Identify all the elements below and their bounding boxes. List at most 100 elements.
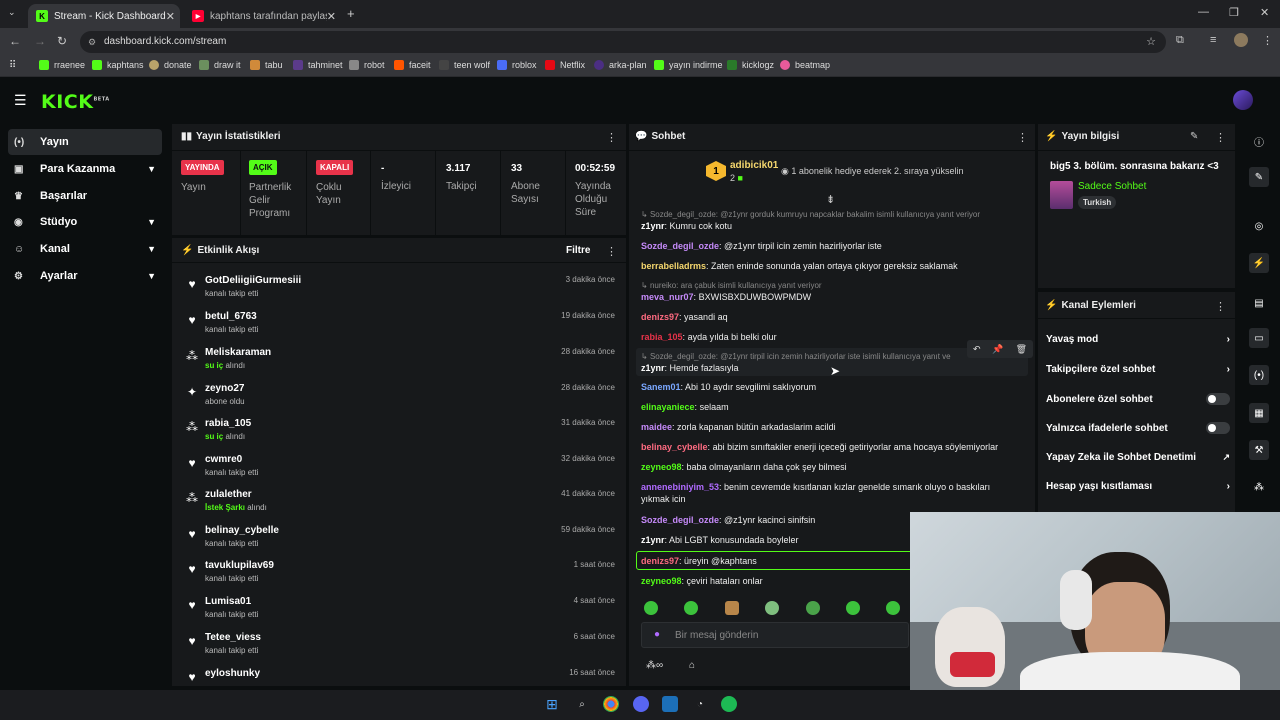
document-icon[interactable]: ▤ (1249, 293, 1269, 313)
hamburger-menu-icon[interactable]: ☰ (14, 92, 27, 109)
back-icon[interactable]: ← (9, 34, 21, 48)
tab-list-icon[interactable]: ⌄ (8, 7, 16, 18)
emote-only-toggle[interactable] (1206, 422, 1230, 434)
sidebar-item-para-kazanma[interactable]: ▣ Para Kazanma ▼ (8, 156, 162, 182)
action-slow-mode[interactable]: Yavaş mod › (1046, 334, 1230, 345)
chat-username[interactable]: zeyneo98 (641, 462, 682, 472)
layout-icon[interactable]: ▦ (1249, 403, 1269, 423)
chrome-icon[interactable] (603, 696, 619, 712)
user-avatar[interactable] (1233, 90, 1253, 110)
browser-tab[interactable]: ▶ kaphtans tarafından paylaşılan ✕ (184, 4, 344, 28)
bookmark-item[interactable]: draw it (199, 60, 241, 70)
bookmark-item[interactable]: donate (149, 60, 192, 70)
chat-username[interactable]: rabia_105 (641, 332, 683, 342)
chat-username[interactable]: denizs97 (641, 312, 679, 322)
category-name[interactable]: Sadece Sohbet (1078, 181, 1146, 192)
minimize-icon[interactable]: — (1198, 6, 1209, 18)
action-followers-only[interactable]: Takipçilere özel sohbet › (1046, 364, 1230, 375)
chat-username[interactable]: Sozde_degil_ozde (641, 241, 719, 251)
points-icon[interactable]: ⁂ (1249, 477, 1269, 497)
profile-avatar[interactable] (1234, 33, 1248, 47)
chat-input[interactable]: ● Bir mesaj gönderin (641, 622, 909, 648)
emote-icon[interactable] (886, 601, 900, 615)
edit-icon[interactable]: ✎ (1249, 167, 1269, 187)
stream-info-menu-icon[interactable]: ⋮ (1215, 131, 1226, 144)
wrench-icon[interactable]: ⚒ (1249, 440, 1269, 460)
browser-menu-icon[interactable]: ⋮ (1262, 34, 1273, 47)
bookmark-item[interactable]: robot (349, 60, 385, 70)
bookmark-item[interactable]: faceit (394, 60, 431, 70)
sidebar-item-yayin[interactable]: (•) Yayın (8, 129, 162, 155)
bookmark-item[interactable]: tabu (250, 60, 283, 70)
discord-icon[interactable] (633, 696, 649, 712)
chat-username[interactable]: denizs97 (641, 556, 679, 566)
event-user[interactable]: zulalether (205, 489, 252, 500)
chat-username[interactable]: z1ynr (641, 535, 665, 545)
windows-start-icon[interactable]: ⊞ (544, 696, 560, 712)
chat-username[interactable]: zeyneo98 (641, 576, 682, 586)
sidebar-item-basarilar[interactable]: ♛ Başarılar (8, 183, 162, 209)
bookmark-item[interactable]: yayın indirme (654, 60, 723, 70)
photos-icon[interactable] (662, 696, 678, 712)
bookmark-star-icon[interactable]: ☆ (1146, 31, 1156, 53)
sidebar-item-studyo[interactable]: ◉ Stüdyo ▼ (8, 209, 162, 235)
event-user[interactable]: rabia_105 (205, 418, 251, 429)
bookmark-item[interactable]: rraenee (39, 60, 85, 70)
stats-menu-icon[interactable]: ⋮ (606, 131, 617, 144)
event-user[interactable]: cwmre0 (205, 454, 242, 465)
chat-username[interactable]: meva_nur07 (641, 292, 694, 302)
spotify-icon[interactable] (721, 696, 737, 712)
new-tab-button[interactable]: + (347, 6, 355, 21)
action-ai-moderation[interactable]: Yapay Zeka ile Sohbet Denetimi ↗ (1046, 452, 1230, 463)
media-icon[interactable]: ≡ (1210, 34, 1216, 46)
chat-username[interactable]: belinay_cybelle (641, 442, 708, 452)
event-user[interactable]: zeyno27 (205, 383, 244, 394)
event-user[interactable]: Lumisa01 (205, 596, 251, 607)
filter-button[interactable]: Filtre (566, 245, 590, 256)
bookmark-item[interactable]: tahminet (293, 60, 343, 70)
reload-icon[interactable]: ↻ (57, 34, 67, 48)
subs-only-toggle[interactable] (1206, 393, 1230, 405)
event-user[interactable]: belinay_cybelle (205, 525, 279, 536)
search-icon[interactable]: ⌕ (574, 696, 590, 712)
extensions-icon[interactable]: ⧉ (1176, 34, 1184, 47)
site-info-icon[interactable]: ⚙ (88, 31, 96, 53)
stat-multistream[interactable]: KAPALI Çoklu Yayın (316, 160, 354, 207)
category-thumbnail[interactable] (1050, 181, 1073, 209)
microphone-icon[interactable]: ● (654, 629, 660, 640)
bookmark-item[interactable]: roblox (497, 60, 537, 70)
emote-icon[interactable] (765, 601, 779, 615)
emote-icon[interactable] (806, 601, 820, 615)
camera-icon[interactable]: ◎ (1249, 216, 1269, 236)
event-user[interactable]: Tetee_viess (205, 632, 261, 643)
lightning-icon[interactable]: ⚡ (1249, 253, 1269, 273)
store-icon[interactable]: ⌂ (689, 660, 695, 671)
chat-icon[interactable]: ▭ (1249, 328, 1269, 348)
browser-tab-active[interactable]: K Stream - Kick Dashboard ✕ (28, 4, 180, 28)
sidebar-item-kanal[interactable]: ☺ Kanal ▼ (8, 236, 162, 262)
emote-icon[interactable] (725, 601, 739, 615)
channel-actions-menu-icon[interactable]: ⋮ (1215, 300, 1226, 313)
close-window-icon[interactable]: ✕ (1260, 6, 1269, 19)
event-user[interactable]: betul_6763 (205, 311, 257, 322)
kick-logo[interactable]: KICKBETA (41, 91, 110, 113)
emote-icon[interactable] (644, 601, 658, 615)
emote-icon[interactable] (684, 601, 698, 615)
delete-icon[interactable]: 🗑 (1016, 344, 1027, 355)
maximize-icon[interactable]: ❐ (1229, 6, 1239, 19)
event-user[interactable]: eyloshunky (205, 668, 260, 679)
event-user[interactable]: tavuklupilav69 (205, 560, 274, 571)
close-tab-icon[interactable]: ✕ (327, 10, 336, 23)
action-account-age[interactable]: Hesap yaşı kısıtlaması › (1046, 481, 1230, 492)
activity-menu-icon[interactable]: ⋮ (606, 245, 617, 258)
chat-username[interactable]: annenebiniyim_53 (641, 482, 719, 492)
edit-pencil-icon[interactable]: ✎ (1190, 131, 1198, 142)
chat-username[interactable]: maidee (641, 422, 672, 432)
info-icon[interactable]: ⓘ (1249, 131, 1269, 151)
chat-username[interactable]: z1ynr (641, 363, 665, 373)
event-user[interactable]: Meliskaraman (205, 347, 271, 358)
chat-username[interactable]: Sozde_degil_ozde (641, 515, 719, 525)
pin-icon[interactable]: 📌 (992, 344, 1003, 355)
points-icon[interactable]: ⁂∞ (646, 660, 663, 671)
bookmark-item[interactable]: teen wolf (439, 60, 490, 70)
